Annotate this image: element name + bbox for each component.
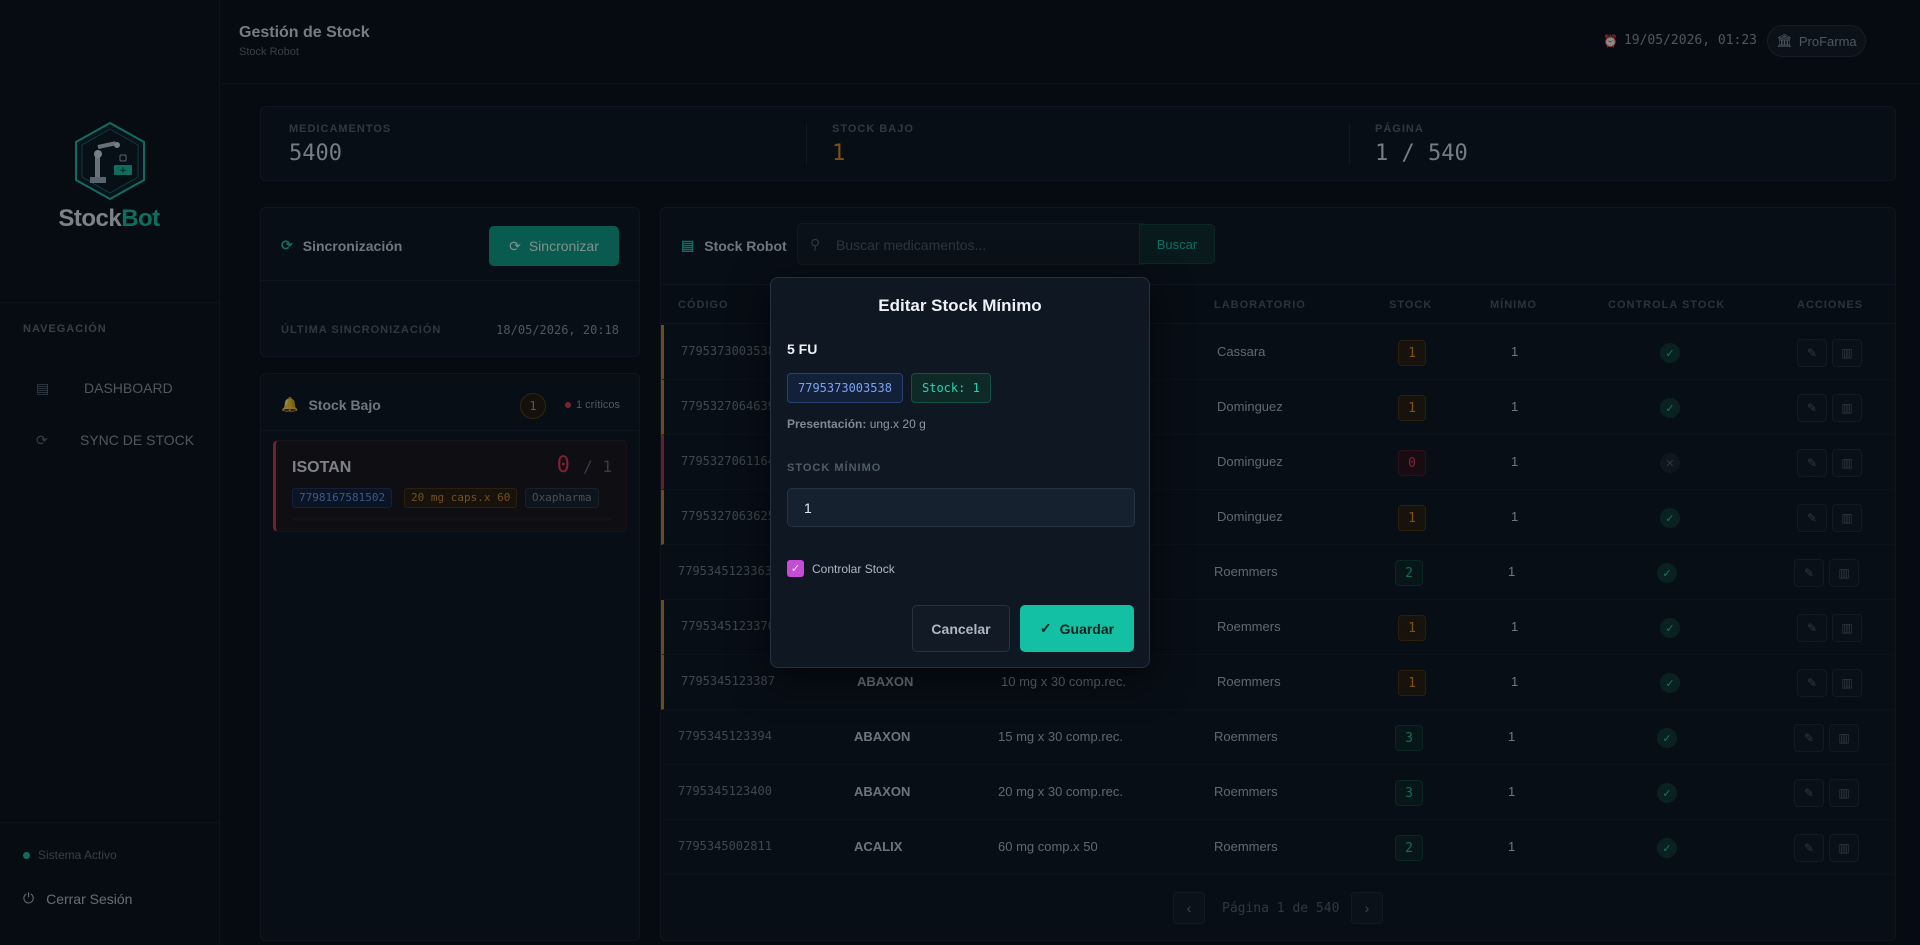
modal-stock-tag: Stock: 1 <box>911 373 991 403</box>
modal-product-code: 7795373003538 <box>787 373 903 403</box>
checkmark-icon: ✓ <box>787 560 804 577</box>
checkbox-label: Controlar Stock <box>812 561 895 576</box>
check-icon: ✓ <box>1039 620 1052 636</box>
control-stock-checkbox[interactable]: ✓ Controlar Stock <box>787 560 895 577</box>
min-stock-input[interactable] <box>787 488 1135 527</box>
modal-product-name: 5 FU <box>787 341 818 357</box>
modal-title: Editar Stock Mínimo <box>878 296 1042 315</box>
edit-min-stock-modal: Editar Stock Mínimo 5 FU 7795373003538 S… <box>770 277 1150 668</box>
presentation-label: Presentación: <box>787 417 867 431</box>
min-stock-label: STOCK MÍNIMO <box>787 462 882 474</box>
save-button-label: Guardar <box>1059 620 1115 637</box>
modal-presentation: Presentación: ung.x 20 g <box>787 417 926 431</box>
presentation-value: ung.x 20 g <box>869 417 926 431</box>
cancel-button[interactable]: Cancelar <box>912 605 1010 652</box>
save-button[interactable]: ✓ Guardar <box>1020 605 1134 652</box>
